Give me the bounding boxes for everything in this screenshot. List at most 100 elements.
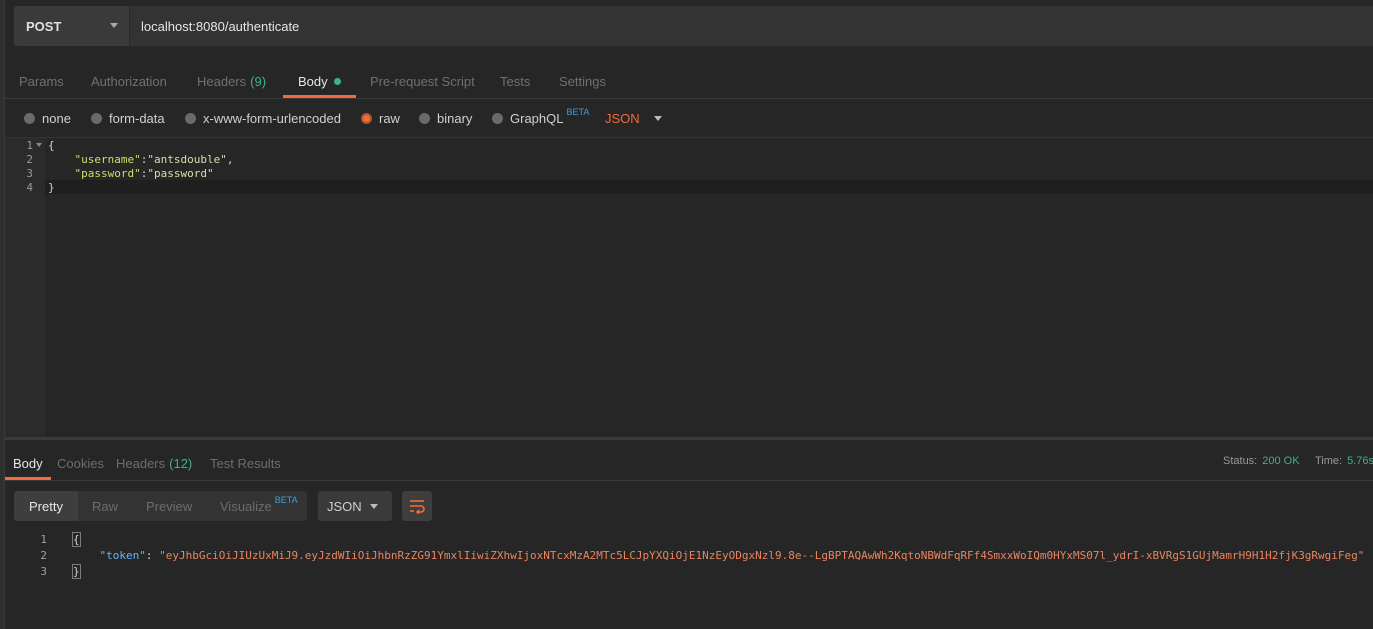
method-label: POST <box>26 18 62 34</box>
radio-form-data[interactable]: form-data <box>91 106 165 130</box>
response-body-viewer[interactable]: 1 2 3 { "token": "eyJhbGciOiJIUzUxMiJ9.e… <box>5 530 1373 629</box>
code-line: { <box>48 139 55 152</box>
radio-label: binary <box>437 110 473 126</box>
open-brace: { <box>72 532 81 547</box>
headers-count: (9) <box>250 74 267 89</box>
body-type-radios: none form-data x-www-form-urlencoded raw… <box>24 106 1373 130</box>
tab-label: Authorization <box>91 74 167 89</box>
button-label: Raw <box>92 498 119 514</box>
response-status: Status: 200 OK <box>1223 447 1300 475</box>
line-number: 1 <box>26 139 33 152</box>
radio-graphql[interactable]: GraphQL BETA <box>492 106 589 130</box>
tab-body[interactable]: Body <box>283 66 356 98</box>
code-line: { <box>72 532 81 547</box>
close-brace: } <box>48 181 55 194</box>
radio-label: x-www-form-urlencoded <box>203 110 341 126</box>
line-number-gutter: 1 2 3 4 <box>5 138 45 438</box>
tab-headers[interactable]: Headers (9) <box>197 66 266 97</box>
radio-label: none <box>42 110 71 126</box>
wrap-lines-icon <box>410 500 425 514</box>
tab-response-headers[interactable]: Headers (12) <box>116 447 192 479</box>
tab-params[interactable]: Params <box>19 66 64 97</box>
url-input[interactable]: localhost:8080/authenticate <box>141 6 299 46</box>
view-preview-button[interactable]: Preview <box>146 491 192 521</box>
radio-selected-icon <box>361 112 372 124</box>
tab-label: Params <box>19 74 64 89</box>
tab-settings[interactable]: Settings <box>559 66 606 97</box>
radio-circle-icon <box>419 112 430 124</box>
format-label: JSON <box>327 498 362 514</box>
radio-circle-icon <box>492 112 503 124</box>
fold-arrow-icon[interactable] <box>36 143 42 147</box>
tab-label: Test Results <box>210 455 281 471</box>
radio-label: raw <box>379 110 400 126</box>
tab-response-body[interactable]: Body <box>5 447 51 480</box>
code-line: "token": "eyJhbGciOiJIUzUxMiJ9.eyJzdWIiO… <box>99 549 1365 562</box>
radio-x-www-form-urlencoded[interactable]: x-www-form-urlencoded <box>185 106 341 130</box>
line-number: 2 <box>40 549 47 562</box>
line-number: 4 <box>26 181 33 194</box>
body-format-label: JSON <box>605 110 640 126</box>
code-line: } <box>72 564 81 579</box>
open-brace: { <box>48 139 55 152</box>
tab-label: Tests <box>500 74 531 89</box>
request-tabs: Params Authorization Headers (9) Body Pre… <box>5 66 1373 99</box>
time-value: 5.76s <box>1347 455 1373 467</box>
line-number: 3 <box>26 167 33 180</box>
radio-binary[interactable]: binary <box>419 106 472 130</box>
active-tab-underline <box>283 95 356 98</box>
tab-test-results[interactable]: Test Results <box>210 447 281 479</box>
status-label: Status: <box>1223 455 1258 467</box>
headers-count: (12) <box>169 455 193 471</box>
response-format-select[interactable]: JSON <box>318 491 392 521</box>
view-raw-button[interactable]: Raw <box>92 491 118 521</box>
active-tab-underline <box>5 477 51 480</box>
tab-pre-request-script[interactable]: Pre-request Script <box>370 66 475 97</box>
line-number: 1 <box>40 533 47 546</box>
close-brace: } <box>72 564 81 579</box>
tab-label: Headers <box>116 455 166 471</box>
radio-circle-icon <box>24 112 35 124</box>
chevron-down-icon <box>653 115 662 121</box>
radio-label: GraphQL <box>510 110 564 126</box>
json-key: "password" <box>74 167 141 180</box>
pane-resize-handle[interactable] <box>5 437 1373 440</box>
json-value: "antsdouble" <box>147 153 227 166</box>
time-label: Time: <box>1315 455 1343 467</box>
view-visualize-button[interactable]: Visualize BETA <box>220 491 298 521</box>
wrap-lines-button[interactable] <box>402 491 432 521</box>
response-time: Time: 5.76s <box>1315 447 1373 475</box>
chevron-down-icon <box>110 23 118 28</box>
current-line-highlight <box>45 180 1373 194</box>
radio-none[interactable]: none <box>24 106 71 130</box>
button-label: Preview <box>146 498 193 514</box>
tab-authorization[interactable]: Authorization <box>91 66 167 97</box>
line-number: 3 <box>40 565 47 578</box>
radio-raw[interactable]: raw <box>361 106 400 130</box>
beta-badge: BETA <box>566 107 590 117</box>
modified-dot-icon <box>333 78 341 85</box>
radio-label: form-data <box>109 110 165 126</box>
beta-badge: BETA <box>274 495 298 505</box>
tab-cookies[interactable]: Cookies <box>57 447 104 479</box>
chevron-down-icon <box>370 504 378 509</box>
tab-tests[interactable]: Tests <box>500 66 530 97</box>
tab-label: Headers <box>197 74 247 89</box>
view-pretty-button[interactable]: Pretty <box>14 491 78 521</box>
status-badge: 200 OK <box>1262 455 1300 467</box>
json-value: "eyJhbGciOiJIUzUxMiJ9.eyJzdWIiOiJhbnRzZG… <box>159 549 1365 562</box>
method-select[interactable]: POST <box>14 6 130 46</box>
json-key: "token" <box>99 549 146 562</box>
button-label: Pretty <box>29 498 63 514</box>
response-tabs: Body Cookies Headers (12) Test Results St… <box>5 447 1373 481</box>
tab-label: Settings <box>559 74 606 89</box>
response-view-group: Pretty Raw Preview Visualize BETA <box>14 491 307 521</box>
body-format-select[interactable]: JSON <box>605 106 662 130</box>
request-body-editor[interactable]: 1 2 3 4 { "username":"antsdouble", "pass… <box>5 137 1373 438</box>
code-line: "password":"password" <box>74 167 214 180</box>
tab-label: Pre-request Script <box>370 74 475 89</box>
tab-label: Body <box>13 455 43 471</box>
code-line: "username":"antsdouble", <box>74 153 234 166</box>
url-bar: POST localhost:8080/authenticate <box>14 6 1373 46</box>
json-key: "username" <box>74 153 141 166</box>
